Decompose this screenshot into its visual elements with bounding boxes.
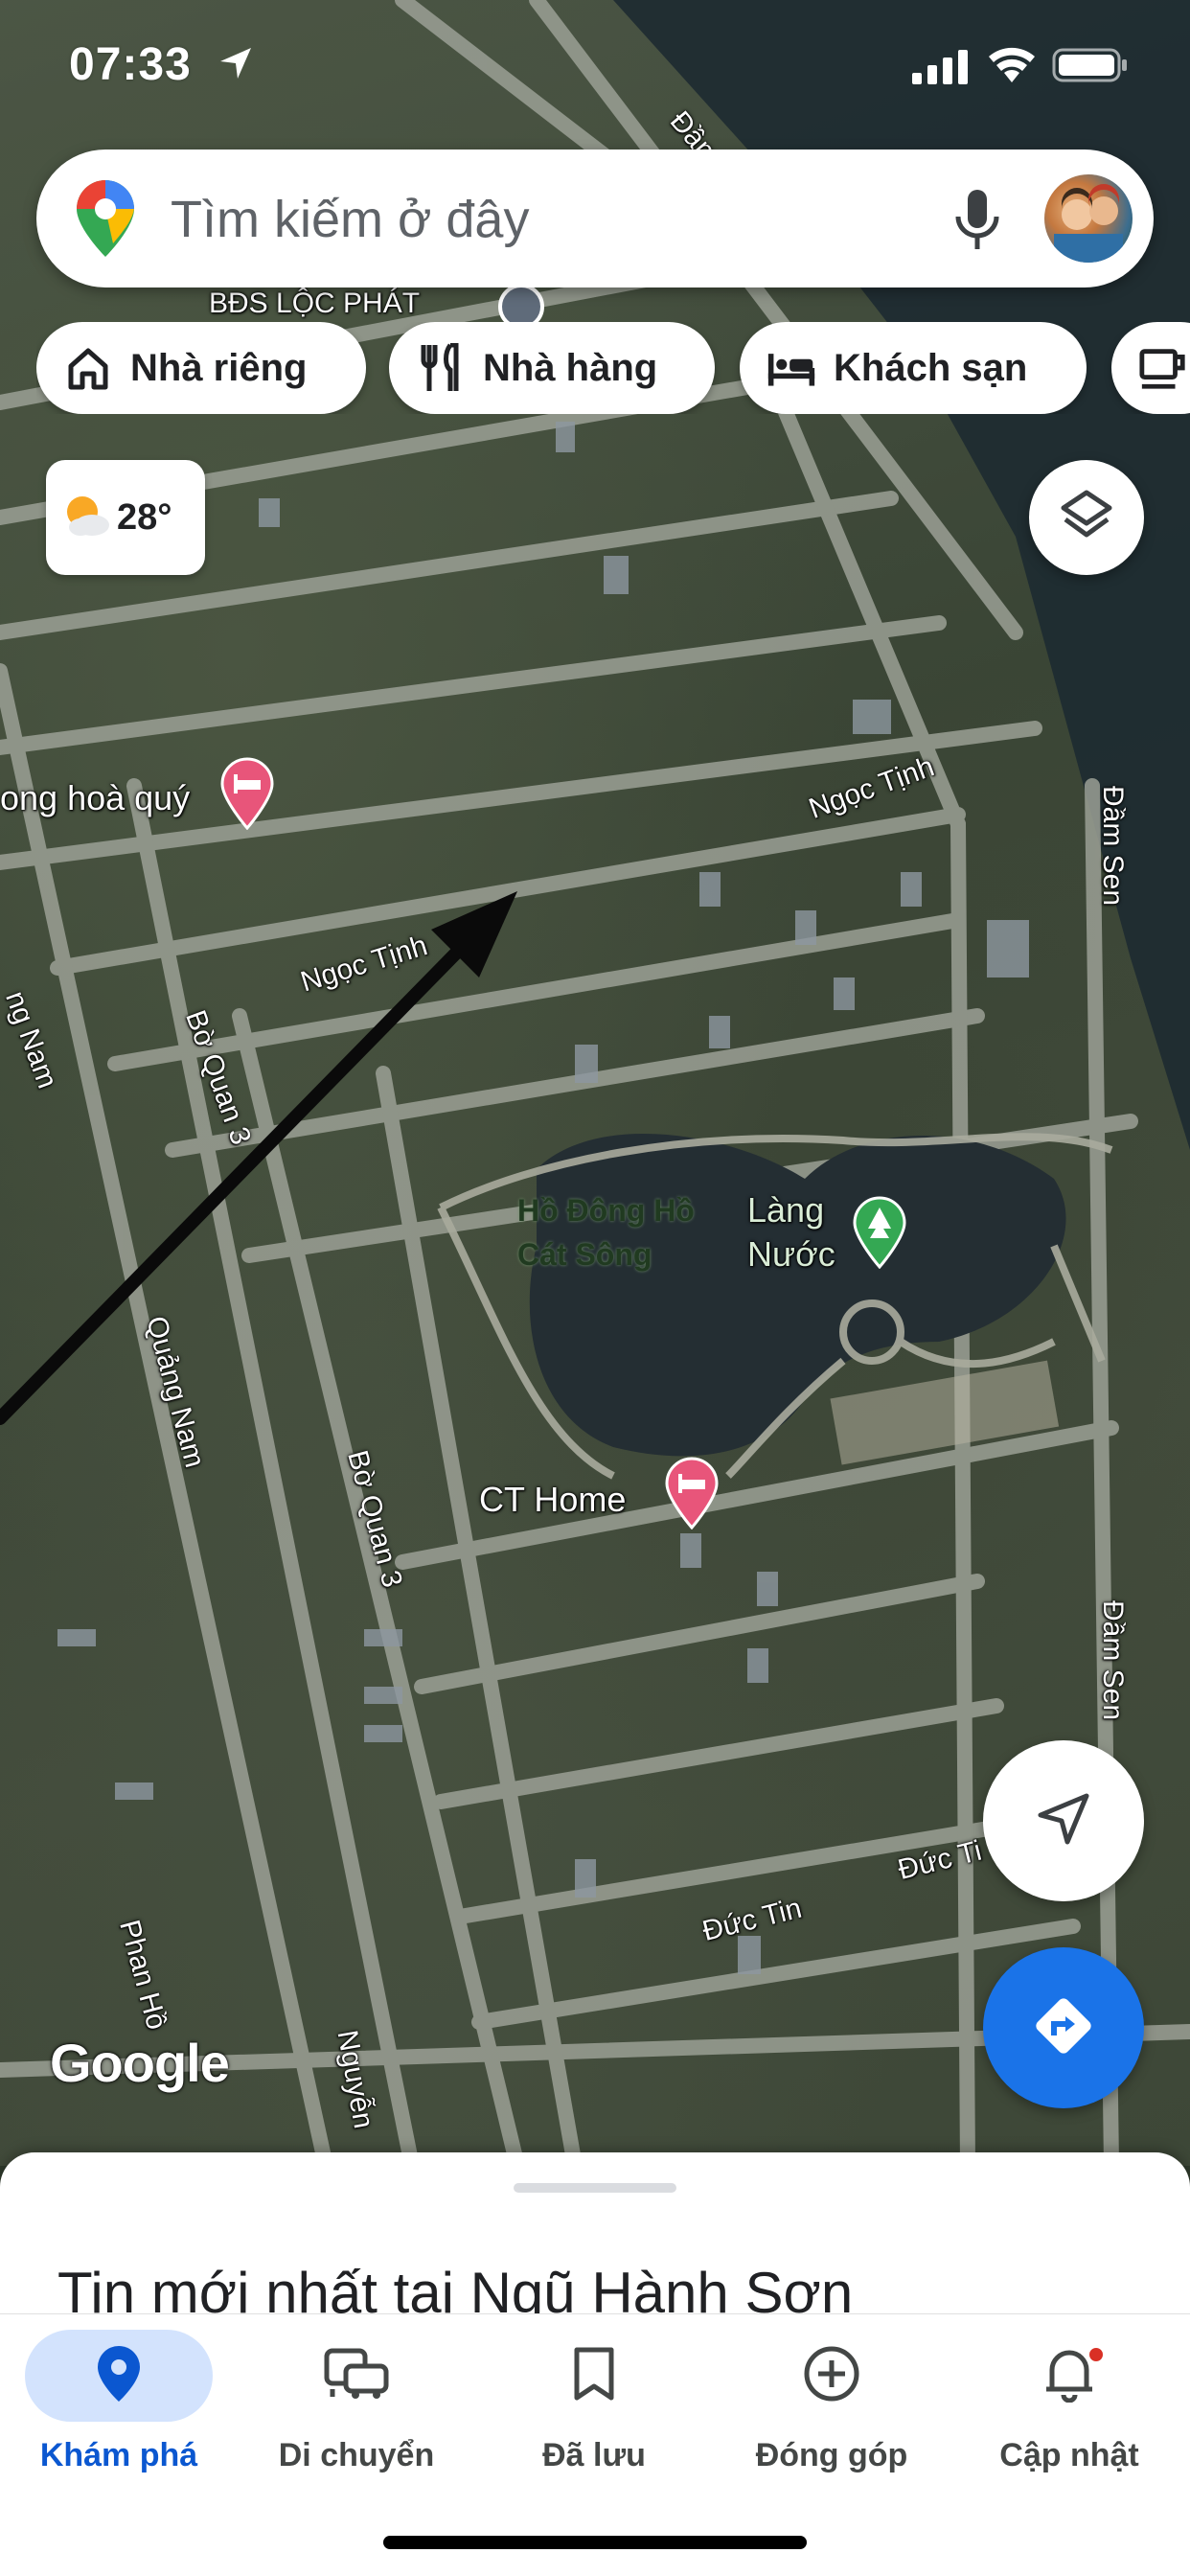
category-chips: Nhà riêng Nhà hàng Khách sạn xyxy=(36,322,1190,414)
microphone-icon[interactable] xyxy=(947,186,1008,260)
chip-label: Khách sạn xyxy=(834,346,1028,389)
chip-hotel[interactable]: Khách sạn xyxy=(740,322,1087,414)
restaurant-icon xyxy=(416,343,466,393)
nav-label: Đã lưu xyxy=(542,2437,646,2473)
map-label: Đầm Sen xyxy=(1097,1600,1129,1721)
chip-label: Nhà riêng xyxy=(130,346,308,389)
weather-badge[interactable]: 28° xyxy=(46,460,205,575)
hotel-icon xyxy=(767,343,816,393)
google-logo: Google xyxy=(50,2033,230,2093)
sheet-drag-handle[interactable] xyxy=(514,2183,676,2193)
signal-icon xyxy=(912,50,968,89)
bookmark-icon xyxy=(573,2346,615,2406)
map-label: Hồ Đông Hồ Cát Sông xyxy=(517,1193,695,1272)
search-bar[interactable] xyxy=(36,150,1154,288)
nav-commute[interactable]: Di chuyển xyxy=(238,2314,475,2496)
location-arrow-icon xyxy=(217,44,255,87)
chip-restaurant[interactable]: Nhà hàng xyxy=(389,322,715,414)
park-pin-icon[interactable] xyxy=(853,1196,906,1274)
home-icon xyxy=(63,343,113,393)
commute-icon xyxy=(323,2347,390,2405)
hotel-pin-icon[interactable] xyxy=(220,757,274,835)
nav-contribute[interactable]: Đóng góp xyxy=(713,2314,950,2496)
status-time: 07:33 xyxy=(69,39,192,90)
directions-icon xyxy=(1029,1991,1098,2065)
partly-cloudy-icon xyxy=(61,493,111,543)
map-label: BĐS LỘC PHÁT xyxy=(209,288,421,319)
coffee-icon xyxy=(1138,343,1188,393)
map-label: CT Home xyxy=(479,1480,627,1519)
chip-label: Nhà hàng xyxy=(483,346,658,389)
nav-label: Đóng góp xyxy=(755,2437,908,2473)
home-indicator[interactable] xyxy=(383,2536,807,2549)
directions-button[interactable] xyxy=(983,1947,1144,2108)
chip-home[interactable]: Nhà riêng xyxy=(36,322,366,414)
nav-saved[interactable]: Đã lưu xyxy=(475,2314,713,2496)
search-input[interactable] xyxy=(171,186,918,253)
map-label: ong hoà quý xyxy=(0,778,191,817)
chip-coffee[interactable] xyxy=(1111,322,1190,414)
map-label: Làng Nước xyxy=(747,1190,835,1274)
nav-label: Cập nhật xyxy=(999,2437,1139,2473)
nav-label: Di chuyển xyxy=(278,2437,435,2473)
nav-updates[interactable]: Cập nhật xyxy=(950,2314,1188,2496)
layers-icon xyxy=(1058,487,1115,549)
avatar[interactable] xyxy=(1044,174,1133,263)
add-circle-icon xyxy=(803,2345,860,2407)
explore-pin-icon xyxy=(96,2344,142,2408)
layers-button[interactable] xyxy=(1029,460,1144,575)
status-bar: 07:33 xyxy=(0,0,1190,134)
navigation-arrow-icon xyxy=(1033,1788,1094,1854)
nav-explore[interactable]: Khám phá xyxy=(0,2314,238,2496)
battery-icon xyxy=(1052,46,1129,89)
nav-label: Khám phá xyxy=(39,2437,198,2473)
hotel-pin-icon[interactable] xyxy=(665,1457,719,1534)
weather-temperature: 28° xyxy=(117,496,172,538)
map-label: Đầm Sen xyxy=(1097,786,1129,907)
google-maps-logo-icon xyxy=(75,178,136,264)
my-location-button[interactable] xyxy=(983,1740,1144,1901)
notification-dot xyxy=(1087,2345,1106,2364)
wifi-icon xyxy=(987,46,1037,89)
